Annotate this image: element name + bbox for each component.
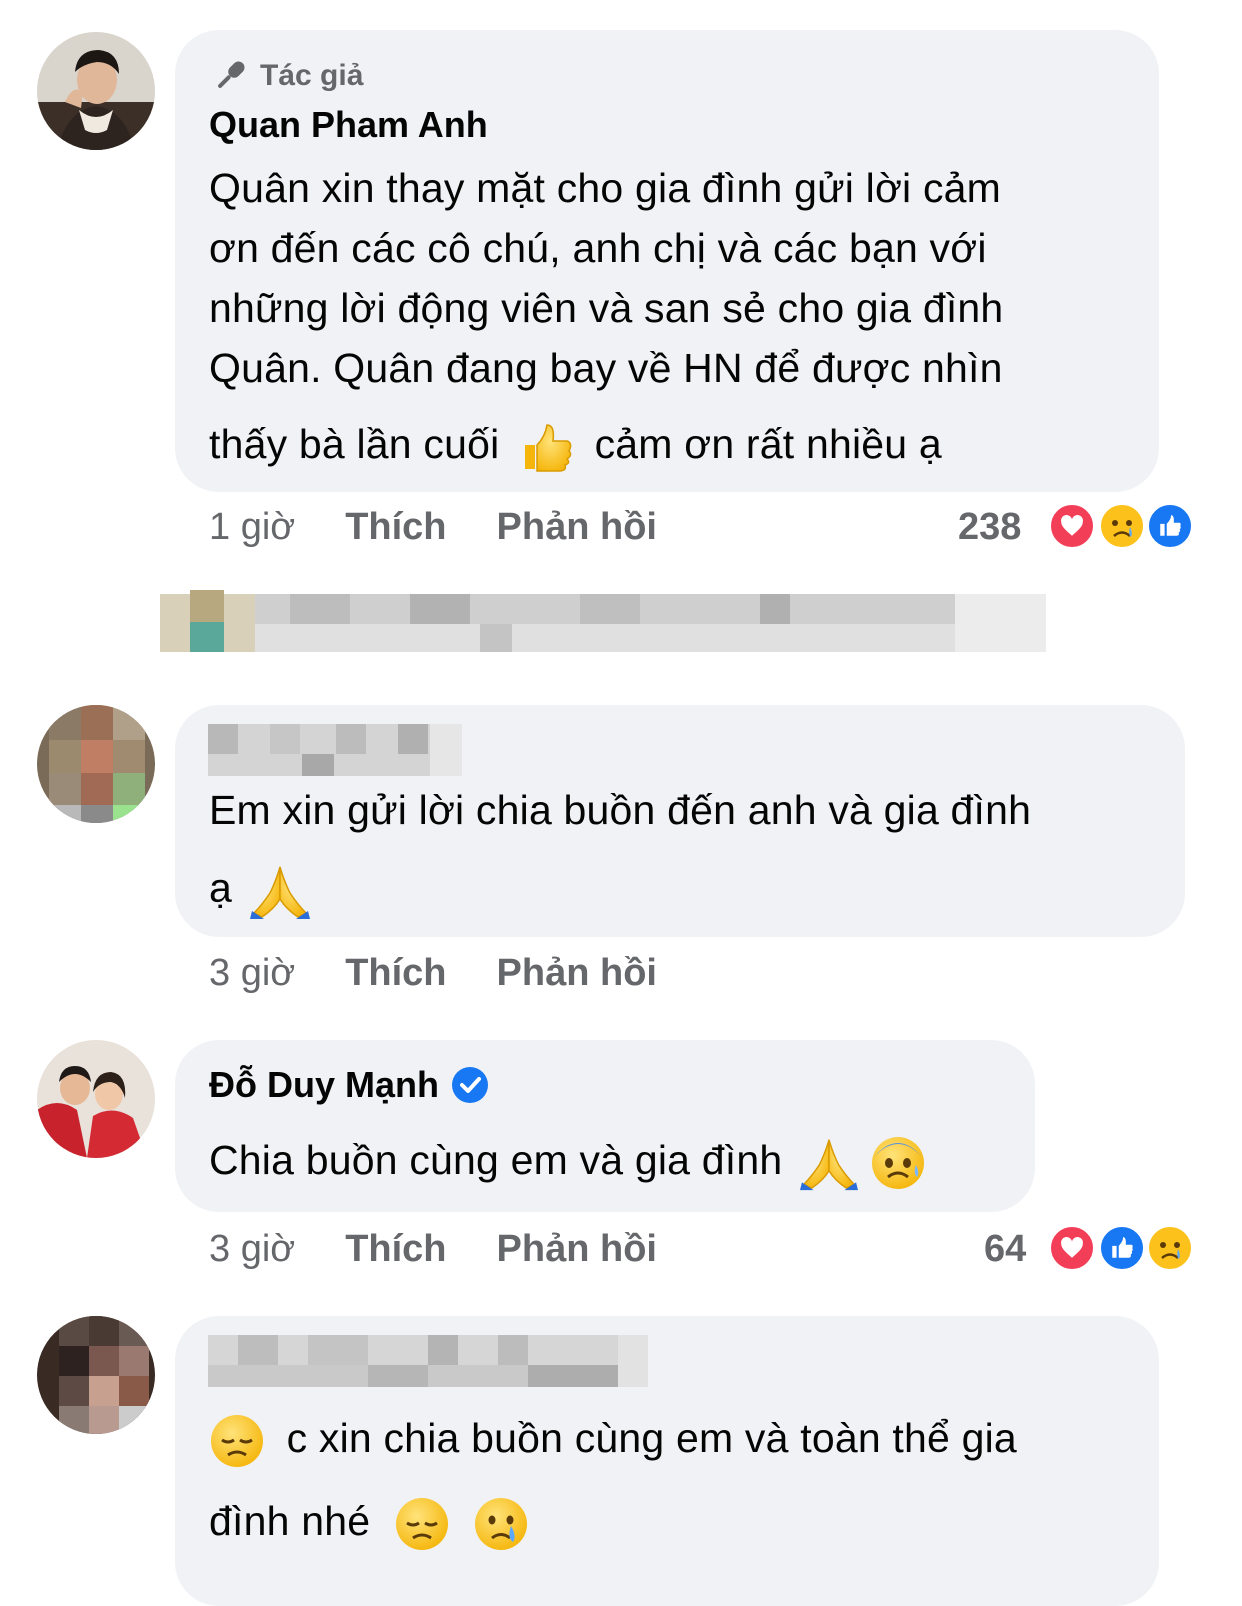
comment-line: ạ bbox=[209, 858, 1169, 920]
sad-reaction-icon bbox=[1098, 502, 1146, 550]
comment-timestamp[interactable]: 3 giờ bbox=[209, 952, 295, 995]
sad-reaction-icon bbox=[1146, 1224, 1194, 1272]
reaction-count[interactable]: 238 bbox=[958, 506, 1021, 549]
comment-actions: 3 giờ Thích Phản hồi bbox=[209, 1228, 657, 1271]
comment-line: Quân xin thay mặt cho gia đình gửi lời c… bbox=[209, 165, 1002, 211]
verified-badge-icon bbox=[451, 1066, 489, 1104]
comment-author-name[interactable]: Đỗ Duy Mạnh bbox=[209, 1063, 489, 1107]
like-reaction-icon bbox=[1146, 502, 1194, 550]
reaction-icons[interactable] bbox=[1048, 502, 1196, 554]
comment-line: thấy bà lần cuối cảm ơn rất nhiều ạ bbox=[209, 414, 1149, 475]
reaction-count[interactable]: 64 bbox=[984, 1228, 1026, 1271]
comment-text: Em xin gửi lời chia buồn đến anh và gia … bbox=[209, 780, 1169, 920]
folded-hands-emoji-icon bbox=[249, 863, 310, 920]
comment-text-part: Chia buồn cùng em và gia đình bbox=[209, 1137, 783, 1183]
disappointed-face-emoji-icon bbox=[209, 1413, 265, 1469]
comment-line: c xin chia buồn cùng em và toàn thể gia bbox=[209, 1408, 1169, 1469]
author-badge-label: Tác giả bbox=[260, 59, 364, 92]
comment-text-part: ạ bbox=[209, 865, 233, 911]
like-button[interactable]: Thích bbox=[345, 952, 446, 995]
love-reaction-icon bbox=[1048, 502, 1096, 550]
comment-actions: 3 giờ Thích Phản hồi bbox=[209, 952, 657, 995]
microphone-icon bbox=[210, 56, 250, 96]
avatar-blurred[interactable] bbox=[37, 1316, 155, 1434]
reply-button[interactable]: Phản hồi bbox=[497, 506, 657, 549]
comment-line: những lời động viên và san sẻ cho gia đì… bbox=[209, 285, 1004, 331]
anxious-face-emoji-icon bbox=[870, 1135, 926, 1191]
comment-author-name[interactable]: Quan Pham Anh bbox=[209, 103, 488, 147]
comment-line: Quân. Quân đang bay về HN để được nhìn bbox=[209, 345, 1003, 391]
author-name-label: Đỗ Duy Mạnh bbox=[209, 1064, 439, 1105]
love-reaction-icon bbox=[1048, 1224, 1096, 1272]
blurred-author-name bbox=[208, 1335, 648, 1387]
reply-button[interactable]: Phản hồi bbox=[497, 1228, 657, 1271]
reply-button[interactable]: Phản hồi bbox=[497, 952, 657, 995]
comment-text-part: c xin chia buồn cùng em và toàn thể gia bbox=[286, 1415, 1017, 1461]
folded-hands-emoji-icon bbox=[799, 1135, 858, 1191]
author-badge: Tác giả bbox=[210, 56, 363, 96]
comment-text: Chia buồn cùng em và gia đình bbox=[209, 1130, 926, 1191]
like-button[interactable]: Thích bbox=[345, 506, 446, 549]
avatar-do-duy-manh[interactable] bbox=[37, 1040, 155, 1158]
comment-text: Quân xin thay mặt cho gia đình gửi lời c… bbox=[209, 158, 1149, 475]
comment-actions: 1 giờ Thích Phản hồi bbox=[209, 506, 657, 549]
comment-timestamp[interactable]: 3 giờ bbox=[209, 1228, 295, 1271]
comment-text: c xin chia buồn cùng em và toàn thể gia … bbox=[209, 1408, 1169, 1552]
comment-timestamp[interactable]: 1 giờ bbox=[209, 506, 295, 549]
blurred-reply-preview bbox=[160, 590, 1046, 652]
comment-line: Em xin gửi lời chia buồn đến anh và gia … bbox=[209, 787, 1032, 833]
comment-text-part: cảm ơn rất nhiều ạ bbox=[594, 421, 942, 467]
like-reaction-icon bbox=[1098, 1224, 1146, 1272]
comment-text-part: thấy bà lần cuối bbox=[209, 421, 500, 467]
blurred-author-name bbox=[208, 724, 462, 776]
avatar-quan-pham-anh[interactable] bbox=[37, 32, 155, 150]
comment-line: ơn đến các cô chú, anh chị và các bạn vớ… bbox=[209, 225, 987, 271]
avatar-blurred[interactable] bbox=[37, 705, 155, 823]
disappointed-face-emoji-icon bbox=[394, 1496, 450, 1552]
comment-text-part: đình nhé bbox=[209, 1498, 371, 1545]
crying-face-emoji-icon bbox=[473, 1496, 529, 1552]
thumbs-up-emoji-icon bbox=[519, 419, 575, 475]
like-button[interactable]: Thích bbox=[345, 1228, 446, 1271]
comment-line: đình nhé bbox=[209, 1491, 1169, 1552]
reaction-icons[interactable] bbox=[1048, 1224, 1196, 1276]
